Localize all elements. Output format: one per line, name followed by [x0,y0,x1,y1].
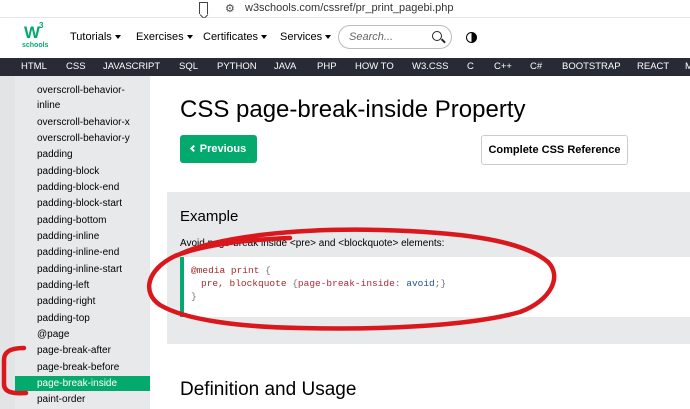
menu-sql[interactable]: SQL [179,61,198,72]
code-line: } [191,291,197,302]
previous-button[interactable]: Previous [180,135,257,163]
language-menu: HTML CSS JAVASCRIPT SQL PYTHON JAVA PHP … [0,58,690,76]
menu-react[interactable]: REACT [637,61,669,72]
code-brace: ;} [434,278,447,289]
nav-tutorials[interactable]: Tutorials [70,31,121,43]
menu-python[interactable]: PYTHON [217,61,257,72]
menu-php[interactable]: PHP [317,61,337,72]
browser-address-bar: ⚙ w3schools.com/cssref/pr_print_pagebi.p… [0,0,690,18]
code-line: pre, blockquote {page-break-inside: avoi… [201,277,446,290]
main-content: CSS page-break-inside Property Previous … [150,76,690,409]
search-input[interactable] [349,30,429,44]
menu-java[interactable]: JAVA [274,61,296,72]
menu-more[interactable]: M [685,61,690,72]
nav-services[interactable]: Services [280,31,332,43]
sidebar-item[interactable]: page-break-before [15,360,150,375]
sidebar-item[interactable]: padding-block-start [15,196,150,211]
sidebar-item[interactable]: overscroll-behavior-y [15,131,150,146]
caret-down-icon [186,35,193,39]
sidebar-item[interactable]: padding-block-end [15,180,150,195]
caret-down-icon [261,35,268,39]
caret-down-icon [325,35,332,39]
logo-mark: W3 [24,21,44,42]
menu-bootstrap[interactable]: BOOTSTRAP [562,61,621,72]
code-selector: pre, blockquote [201,278,293,289]
menu-csharp[interactable]: C# [530,61,542,72]
sidebar-item[interactable]: overscroll-behavior-x [15,115,150,130]
sidebar-item[interactable]: page-break-after [15,343,150,358]
sidebar-item[interactable]: padding-left [15,278,150,293]
menu-html[interactable]: HTML [21,61,47,72]
section-title: Definition and Usage [180,379,357,400]
sidebar-item[interactable]: padding-block [15,164,150,179]
sidebar-item[interactable]: padding-inline-end [15,245,150,260]
previous-button-label: Previous [199,143,247,155]
code-at-rule: @media print [191,265,260,276]
example-box: Example Avoid page-break inside <pre> an… [167,192,690,344]
url-text[interactable]: w3schools.com/cssref/pr_print_pagebi.php [245,2,454,14]
menu-c[interactable]: C [467,61,474,72]
w3schools-logo[interactable]: W3 schools [22,21,52,55]
nav-certificates[interactable]: Certificates [203,31,268,43]
code-brace: { [259,265,271,276]
menu-howto[interactable]: HOW TO [355,61,394,72]
search-box[interactable] [338,25,452,49]
menu-cpp[interactable]: C++ [494,61,512,72]
code-colon: : [394,278,407,289]
search-icon[interactable] [432,31,442,41]
sidebar-item[interactable]: paint-order [15,392,150,407]
menu-javascript[interactable]: JAVASCRIPT [103,61,160,72]
page-title: CSS page-break-inside Property [180,96,526,123]
sidebar-item[interactable]: padding [15,147,150,162]
example-description: Avoid page-break inside <pre> and <block… [180,238,445,249]
code-block: @media print { pre, blockquote {page-bre… [180,257,690,317]
code-line: @media print { [191,264,271,277]
sidebar-gutter [0,76,15,409]
logo-text: schools [22,42,49,49]
menu-css[interactable]: CSS [66,61,86,72]
sidebar-item[interactable]: overscroll-behavior-inline [15,83,145,113]
sidebar: overscroll-behavior-inline overscroll-be… [0,76,150,409]
menu-w3css[interactable]: W3.CSS [412,61,448,72]
sidebar-item[interactable]: padding-inline-start [15,262,150,277]
top-header: W3 schools Tutorials Exercises Certifica… [0,18,690,58]
complete-css-reference-button[interactable]: Complete CSS Reference [481,135,628,165]
sidebar-item[interactable]: padding-right [15,294,150,309]
bookmark-icon[interactable] [199,2,208,14]
example-title: Example [180,208,239,225]
sidebar-item[interactable]: padding-top [15,311,150,326]
chevron-left-icon [189,144,197,153]
site-settings-icon[interactable]: ⚙ [225,2,235,15]
code-property: page-break-inside [297,278,395,289]
nav-exercises[interactable]: Exercises [136,31,193,43]
sidebar-item-active[interactable]: page-break-inside [15,376,150,391]
sidebar-item[interactable]: padding-inline [15,229,150,244]
sidebar-item[interactable]: @page [15,327,150,342]
theme-toggle-icon[interactable] [466,32,477,43]
sidebar-item[interactable]: padding-bottom [15,213,150,228]
caret-down-icon [114,35,121,39]
sidebar-item-label: overscroll-behavior-inline [37,85,125,111]
code-value: avoid [406,278,435,289]
